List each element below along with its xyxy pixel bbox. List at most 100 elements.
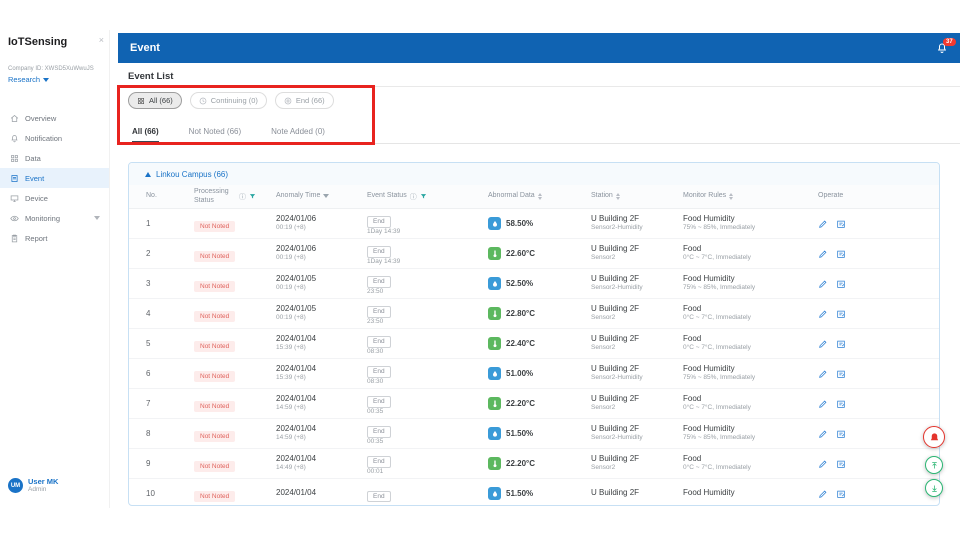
clock-icon (199, 97, 207, 105)
table-row[interactable]: 4 Not Noted 2024/01/05 00:19 (+8) End 23… (129, 299, 939, 329)
processing-status-badge: Not Noted (194, 461, 235, 472)
anomaly-time: 00:19 (+8) (276, 314, 367, 322)
row-no: 3 (129, 279, 194, 288)
station-sensor: Sensor2 (591, 404, 683, 412)
edit-pencil-icon[interactable] (818, 369, 828, 379)
sidebar-item-data[interactable]: Data (0, 148, 109, 168)
abnormal-value: 22.80°C (506, 309, 535, 318)
sort-caret-icon[interactable] (323, 194, 329, 198)
event-status-chip: End (367, 246, 391, 258)
anomaly-time: 15:39 (+8) (276, 374, 367, 382)
sidebar-close-icon[interactable]: × (99, 35, 104, 45)
table-row[interactable]: 9 Not Noted 2024/01/04 14:49 (+8) End 00… (129, 449, 939, 479)
event-duration: 00:01 (367, 468, 488, 476)
processing-status-badge: Not Noted (194, 491, 235, 502)
sidebar-item-overview[interactable]: Overview (0, 108, 109, 128)
sidebar-item-event[interactable]: Event (0, 168, 109, 188)
alarm-fab-button[interactable] (923, 426, 945, 448)
station-sensor: Sensor2-Humidity (591, 434, 683, 442)
thermometer-icon (491, 400, 499, 408)
event-status-chip: End (367, 216, 391, 228)
station-sensor: Sensor2 (591, 344, 683, 352)
monitor-rule-detail: 75% ~ 85%, Immediately (683, 284, 818, 292)
tab-all[interactable]: All (66) (132, 120, 159, 143)
edit-pencil-icon[interactable] (818, 339, 828, 349)
anomaly-date: 2024/01/06 (276, 244, 367, 254)
group-header[interactable]: Linkou Campus (66) (129, 163, 939, 185)
table-row[interactable]: 3 Not Noted 2024/01/05 00:19 (+8) End 23… (129, 269, 939, 299)
droplet-icon (491, 280, 499, 288)
filter-funnel-icon[interactable] (249, 193, 256, 200)
sidebar-item-label: Report (25, 234, 48, 243)
chevron-down-icon (94, 216, 100, 220)
processing-status-badge: Not Noted (194, 341, 235, 352)
anomaly-time: 00:19 (+8) (276, 224, 367, 232)
tab-note-added[interactable]: Note Added (0) (271, 120, 325, 143)
table-row[interactable]: 7 Not Noted 2024/01/04 14:59 (+8) End 00… (129, 389, 939, 419)
add-note-icon[interactable] (836, 219, 846, 229)
add-note-icon[interactable] (836, 429, 846, 439)
filter-funnel-icon[interactable] (420, 193, 427, 200)
event-status-chip: End (367, 336, 391, 348)
monitor-rule-name: Food Humidity (683, 214, 818, 224)
abnormal-value: 22.20°C (506, 399, 535, 408)
event-status-chip: End (367, 456, 391, 468)
station-sensor: Sensor2-Humidity (591, 374, 683, 382)
edit-pencil-icon[interactable] (818, 429, 828, 439)
edit-pencil-icon[interactable] (818, 249, 828, 259)
scroll-to-bottom-button[interactable] (925, 479, 943, 497)
col-operate: Operate (818, 192, 843, 200)
table-row[interactable]: 6 Not Noted 2024/01/04 15:39 (+8) End 08… (129, 359, 939, 389)
filter-chip-all[interactable]: All (66) (128, 92, 182, 109)
edit-pencil-icon[interactable] (818, 399, 828, 409)
sidebar-item-notification[interactable]: Notification (0, 128, 109, 148)
filter-chip-continuing[interactable]: Continuing (0) (190, 92, 267, 109)
edit-pencil-icon[interactable] (818, 309, 828, 319)
tab-not-noted[interactable]: Not Noted (66) (189, 120, 241, 143)
add-note-icon[interactable] (836, 369, 846, 379)
collapse-caret-icon[interactable] (145, 172, 151, 177)
add-note-icon[interactable] (836, 459, 846, 469)
notification-bell-button[interactable]: 37 (936, 42, 948, 54)
sidebar-item-report[interactable]: Report (0, 228, 109, 248)
add-note-icon[interactable] (836, 249, 846, 259)
eye-icon (10, 214, 19, 223)
processing-status-badge: Not Noted (194, 431, 235, 442)
event-duration: 00:35 (367, 438, 488, 446)
table-body: 1 Not Noted 2024/01/06 00:19 (+8) End 1D… (129, 209, 939, 506)
user-block[interactable]: UM User MK Admin (8, 477, 58, 494)
filter-chip-label: End (66) (296, 96, 325, 105)
table-row[interactable]: 10 Not Noted 2024/01/04 End 51.50% U Bui… (129, 479, 939, 506)
table-row[interactable]: 5 Not Noted 2024/01/04 15:39 (+8) End 08… (129, 329, 939, 359)
sort-icon[interactable] (729, 193, 733, 200)
table-row[interactable]: 1 Not Noted 2024/01/06 00:19 (+8) End 1D… (129, 209, 939, 239)
abnormal-value-icon (488, 457, 501, 470)
add-note-icon[interactable] (836, 309, 846, 319)
org-selector[interactable]: Research (8, 75, 49, 84)
row-no: 9 (129, 459, 194, 468)
scroll-to-top-button[interactable] (925, 456, 943, 474)
monitor-rule-detail: 75% ~ 85%, Immediately (683, 374, 818, 382)
add-note-icon[interactable] (836, 339, 846, 349)
add-note-icon[interactable] (836, 489, 846, 499)
add-note-icon[interactable] (836, 399, 846, 409)
anomaly-time: 14:59 (+8) (276, 404, 367, 412)
table-row[interactable]: 8 Not Noted 2024/01/04 14:59 (+8) End 00… (129, 419, 939, 449)
edit-pencil-icon[interactable] (818, 459, 828, 469)
add-note-icon[interactable] (836, 279, 846, 289)
grid-icon (10, 154, 19, 163)
edit-pencil-icon[interactable] (818, 489, 828, 499)
processing-status-badge: Not Noted (194, 281, 235, 292)
table-row[interactable]: 2 Not Noted 2024/01/06 00:19 (+8) End 1D… (129, 239, 939, 269)
monitor-rule-name: Food Humidity (683, 364, 818, 374)
sort-icon[interactable] (616, 193, 620, 200)
filter-chip-end[interactable]: End (66) (275, 92, 334, 109)
abnormal-value: 22.60°C (506, 249, 535, 258)
edit-pencil-icon[interactable] (818, 279, 828, 289)
edit-pencil-icon[interactable] (818, 219, 828, 229)
page-title: Event (130, 42, 160, 54)
sidebar-item-device[interactable]: Device (0, 188, 109, 208)
sort-icon[interactable] (538, 193, 542, 200)
station-sensor: Sensor2 (591, 464, 683, 472)
sidebar-item-monitoring[interactable]: Monitoring (0, 208, 109, 228)
